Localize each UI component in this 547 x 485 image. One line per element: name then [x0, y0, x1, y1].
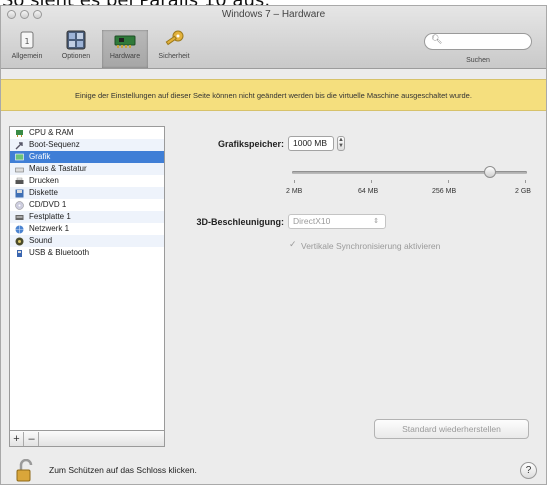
cpu-icon — [16, 129, 23, 137]
lock-icon[interactable] — [15, 459, 37, 483]
graphics-memory-field[interactable]: 1000 MB — [288, 136, 334, 151]
toolbar: Windows 7 – Hardware 1 Allgemein Optione… — [1, 6, 546, 69]
list-item-label: Drucken — [29, 176, 59, 185]
harddisk-icon — [15, 214, 24, 220]
network-icon — [15, 225, 24, 233]
slider-tick-label: 2 MB — [286, 188, 303, 195]
key-icon — [165, 30, 184, 46]
floppy-icon — [15, 189, 24, 197]
sound-icon — [15, 237, 24, 245]
search-label: Suchen — [466, 57, 490, 64]
list-item-label: CPU & RAM — [29, 128, 74, 137]
printer-icon — [15, 177, 24, 184]
general-icon: 1 — [20, 31, 34, 49]
device-list: CPU & RAM Boot-Sequenz Grafik Maus & Tas… — [9, 126, 165, 431]
slider-knob[interactable] — [484, 166, 496, 178]
tab-hardware[interactable]: Hardware — [102, 30, 148, 68]
list-toolbar: + – — [9, 431, 165, 447]
options-icon — [66, 30, 86, 50]
search-icon: 🔍︎ — [431, 34, 443, 44]
tab-options-label: Optionen — [61, 53, 91, 60]
graphics-memory-stepper[interactable]: ▲ ▼ — [337, 136, 345, 151]
list-item-label: CD/DVD 1 — [29, 200, 67, 209]
warning-banner: Einige der Einstellungen auf dieser Seit… — [1, 79, 546, 111]
list-item-label: Sound — [29, 236, 53, 245]
keyboard-icon — [15, 167, 24, 172]
slider-tick-label: 2 GB — [515, 188, 531, 195]
list-item-cd-dvd[interactable]: CD/DVD 1 — [10, 199, 164, 211]
tab-general-label: Allgemein — [11, 53, 43, 60]
list-item-label: Grafik — [29, 152, 51, 161]
svg-text:1: 1 — [24, 37, 29, 46]
list-item-label: Festplatte 1 — [29, 212, 71, 221]
graphics-memory-label: Grafikspeicher: — [217, 139, 284, 149]
acceleration-label: 3D-Beschleunigung: — [196, 217, 284, 227]
list-item-harddisk[interactable]: Festplatte 1 — [10, 211, 164, 223]
slider-tick — [525, 180, 526, 183]
remove-device-button[interactable]: – — [25, 432, 39, 446]
list-item-mouse-keyboard[interactable]: Maus & Tastatur — [10, 163, 164, 175]
search-input[interactable]: 🔍︎ — [424, 33, 532, 50]
list-item-label: Netzwerk 1 — [29, 224, 70, 233]
slider-tick — [371, 180, 372, 183]
list-item-label: Diskette — [29, 188, 58, 197]
usb-icon — [17, 249, 22, 257]
list-item-graphics[interactable]: Grafik — [10, 151, 164, 163]
list-item-usb-bluetooth[interactable]: USB & Bluetooth — [10, 247, 164, 259]
tab-hardware-label: Hardware — [109, 53, 141, 60]
graphics-icon — [15, 153, 24, 160]
tab-security-label: Sicherheit — [158, 53, 190, 60]
tab-security[interactable]: Sicherheit — [151, 30, 197, 68]
acceleration-select[interactable]: DirectX10 ⇕ — [288, 214, 386, 229]
list-item-label: Maus & Tastatur — [29, 164, 87, 173]
list-item-label: Boot-Sequenz — [29, 140, 80, 149]
slider-tick-label: 64 MB — [358, 188, 379, 195]
slider-tick — [448, 180, 449, 183]
acceleration-value: DirectX10 — [293, 216, 331, 226]
list-item-cpu-ram[interactable]: CPU & RAM — [10, 127, 164, 139]
add-device-button[interactable]: + — [10, 432, 24, 446]
lock-hint: Zum Schützen auf das Schloss klicken. — [49, 465, 197, 475]
cd-icon — [15, 200, 24, 210]
list-item-label: USB & Bluetooth — [29, 248, 90, 257]
slider-tick — [294, 180, 295, 183]
tab-general[interactable]: 1 Allgemein — [4, 30, 50, 68]
tab-options[interactable]: Optionen — [53, 30, 99, 68]
window-title: Windows 7 – Hardware — [221, 9, 326, 20]
list-item-sound[interactable]: Sound — [10, 235, 164, 247]
list-item-boot-sequence[interactable]: Boot-Sequenz — [10, 139, 164, 151]
chevron-updown-icon: ⇕ — [373, 218, 379, 225]
list-item-network[interactable]: Netzwerk 1 — [10, 223, 164, 235]
restore-defaults-button[interactable]: Standard wiederherstellen — [374, 419, 529, 439]
vsync-checkbox[interactable]: ✓ — [289, 240, 299, 250]
list-item-printer[interactable]: Drucken — [10, 175, 164, 187]
slider-tick-label: 256 MB — [432, 188, 457, 195]
list-item-floppy[interactable]: Diskette — [10, 187, 164, 199]
bottom-bar: Zum Schützen auf das Schloss klicken. ? — [1, 452, 546, 484]
help-button[interactable]: ? — [520, 462, 537, 479]
boot-icon — [15, 141, 23, 149]
preferences-window: Windows 7 – Hardware 1 Allgemein Optione… — [0, 5, 547, 485]
hardware-icon — [114, 35, 136, 48]
vsync-label: Vertikale Synchronisierung aktivieren — [301, 241, 441, 251]
